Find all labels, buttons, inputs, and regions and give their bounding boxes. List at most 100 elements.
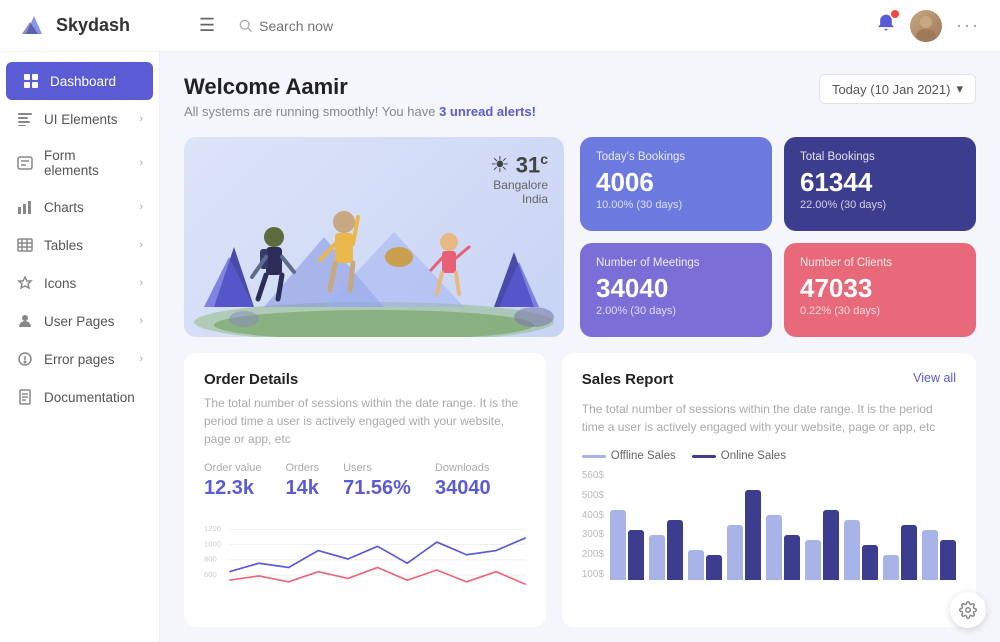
stat-sub: 10.00% (30 days) xyxy=(596,199,756,211)
page-subtitle: All systems are running smoothly! You ha… xyxy=(184,104,536,119)
stat-sub: 22.00% (30 days) xyxy=(800,199,960,211)
stat-value: 4006 xyxy=(596,169,756,195)
stat-value: 34040 xyxy=(596,275,756,301)
sidebar-item-label: Charts xyxy=(44,200,129,215)
date-picker[interactable]: Today (10 Jan 2021) ▾ xyxy=(819,74,976,104)
bar-dark xyxy=(823,510,839,580)
sidebar-item-ui-elements[interactable]: UI Elements › xyxy=(0,100,159,138)
sidebar-item-charts[interactable]: Charts › xyxy=(0,188,159,226)
top-navigation: Skydash ☰ ··· xyxy=(0,0,1000,52)
stat-card-bookings-today: Today's Bookings 4006 10.00% (30 days) xyxy=(580,137,772,231)
chevron-down-icon: ▾ xyxy=(956,81,963,97)
bar-light xyxy=(844,520,860,580)
icons-icon xyxy=(16,274,34,292)
sidebar-item-icons[interactable]: Icons › xyxy=(0,264,159,302)
stat-value: 61344 xyxy=(800,169,960,195)
order-stat-label: Users xyxy=(343,462,411,474)
settings-icon xyxy=(959,601,977,619)
order-stat-label: Orders xyxy=(285,462,319,474)
stat-card-clients: Number of Clients 47033 0.22% (30 days) xyxy=(784,243,976,337)
bar-light xyxy=(922,530,938,580)
bar-group xyxy=(688,550,722,580)
sidebar-item-label: Icons xyxy=(44,276,129,291)
sidebar-item-dashboard[interactable]: Dashboard xyxy=(6,62,153,100)
bar-dark xyxy=(862,545,878,580)
sales-title: Sales Report xyxy=(582,371,674,388)
chart-y-axis: 100$ 200$ 300$ 400$ 500$ 560$ xyxy=(582,470,604,580)
stat-label: Number of Meetings xyxy=(596,257,756,269)
legend-online: Online Sales xyxy=(692,450,786,462)
legend-offline: Offline Sales xyxy=(582,450,676,462)
order-stat-number: 34040 xyxy=(435,477,491,500)
sidebar-item-documentation[interactable]: Documentation xyxy=(0,378,159,416)
stat-value: 47033 xyxy=(800,275,960,301)
more-options-icon[interactable]: ··· xyxy=(956,15,980,36)
legend-label-offline: Offline Sales xyxy=(611,450,676,462)
order-stat-value: Order value 12.3k xyxy=(204,462,261,500)
bar-group xyxy=(766,515,800,580)
alert-link[interactable]: 3 unread alerts! xyxy=(439,104,536,119)
sidebar-item-label: Error pages xyxy=(44,352,129,367)
dashboard-icon xyxy=(22,72,40,90)
nav-right: ··· xyxy=(876,10,980,42)
sales-desc: The total number of sessions within the … xyxy=(582,400,956,436)
bar-dark xyxy=(784,535,800,580)
order-details-card: Order Details The total number of sessio… xyxy=(184,353,546,627)
sidebar-item-form-elements[interactable]: Form elements › xyxy=(0,138,159,188)
chart-legend: Offline Sales Online Sales xyxy=(582,450,956,462)
sales-header: Sales Report View all xyxy=(582,371,956,394)
main-layout: Dashboard UI Elements › xyxy=(0,52,1000,642)
chevron-right-icon: › xyxy=(139,277,143,289)
sidebar-item-label: UI Elements xyxy=(44,112,129,127)
search-input[interactable] xyxy=(259,18,459,34)
user-pages-icon xyxy=(16,312,34,330)
notification-badge xyxy=(891,10,899,18)
stat-card-total-bookings: Total Bookings 61344 22.00% (30 days) xyxy=(784,137,976,231)
svg-text:1200: 1200 xyxy=(204,524,221,533)
order-stat-number: 12.3k xyxy=(204,477,261,500)
bar-light xyxy=(727,525,743,580)
documentation-icon xyxy=(16,388,34,406)
stat-card-meetings: Number of Meetings 34040 2.00% (30 days) xyxy=(580,243,772,337)
order-stat-number: 71.56% xyxy=(343,477,411,500)
chevron-right-icon: › xyxy=(139,315,143,327)
search-icon xyxy=(239,19,253,33)
hero-illustration xyxy=(184,177,564,337)
bar-dark xyxy=(901,525,917,580)
bar-light xyxy=(649,535,665,580)
order-stats: Order value 12.3k Orders 14k Users 71.56… xyxy=(204,462,526,500)
bar-group xyxy=(844,520,878,580)
sidebar-item-user-pages[interactable]: User Pages › xyxy=(0,302,159,340)
search-area[interactable] xyxy=(239,18,539,34)
chevron-right-icon: › xyxy=(139,157,143,169)
notification-bell[interactable] xyxy=(876,13,896,38)
stat-cards: Today's Bookings 4006 10.00% (30 days) T… xyxy=(580,137,976,337)
main-content: Welcome Aamir All systems are running sm… xyxy=(160,52,1000,642)
sidebar-item-label: Documentation xyxy=(44,390,143,405)
user-avatar[interactable] xyxy=(910,10,942,42)
order-details-desc: The total number of sessions within the … xyxy=(204,394,526,448)
bar-group xyxy=(610,510,644,580)
bar-light xyxy=(766,515,782,580)
hero-card: ☀ 31c Bangalore India xyxy=(184,137,564,337)
settings-fab[interactable] xyxy=(950,592,986,628)
svg-text:800: 800 xyxy=(204,555,217,564)
order-stat-users: Users 71.56% xyxy=(343,462,411,500)
sidebar-item-error-pages[interactable]: Error pages › xyxy=(0,340,159,378)
legend-dot-online xyxy=(692,455,716,458)
date-text: Today (10 Jan 2021) xyxy=(832,82,951,97)
legend-dot-offline xyxy=(582,455,606,458)
stat-label: Number of Clients xyxy=(800,257,960,269)
order-stat-orders: Orders 14k xyxy=(285,462,319,500)
order-stat-label: Downloads xyxy=(435,462,491,474)
view-all-link[interactable]: View all xyxy=(913,371,956,385)
stat-sub: 0.22% (30 days) xyxy=(800,305,960,317)
sales-title-section: Sales Report xyxy=(582,371,674,394)
order-line-chart: 1200 1000 800 600 xyxy=(204,514,526,604)
svg-text:600: 600 xyxy=(204,570,217,579)
sidebar-item-tables[interactable]: Tables › xyxy=(0,226,159,264)
tables-icon xyxy=(16,236,34,254)
order-details-title: Order Details xyxy=(204,371,526,388)
hamburger-icon[interactable]: ☰ xyxy=(191,11,223,40)
sidebar-item-label: Tables xyxy=(44,238,129,253)
